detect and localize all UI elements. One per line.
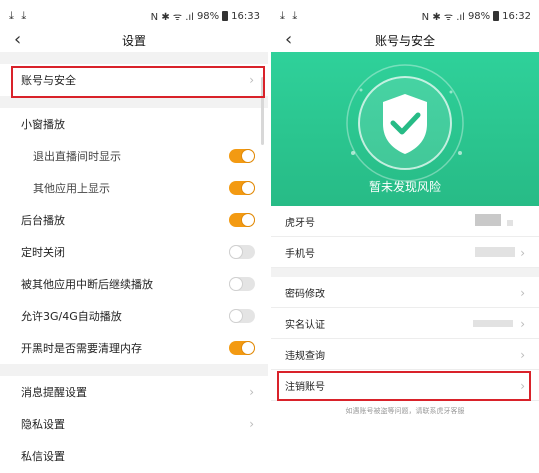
nav-bar: ‹ 设置 [0, 30, 268, 52]
section-divider [271, 268, 539, 277]
section-divider [0, 52, 268, 64]
chevron-right-icon: › [249, 417, 254, 431]
toggle-resume-after-interrupt[interactable] [229, 277, 255, 291]
account-item-phone[interactable]: 手机号 › [271, 237, 539, 268]
section-divider [0, 364, 268, 376]
account-item-violation-query[interactable]: 违规查询 › [271, 339, 539, 370]
account-item-label: 手机号 [285, 248, 315, 260]
settings-item-other-app-show: 其他应用上显示 [0, 172, 268, 204]
section-divider [0, 96, 268, 108]
settings-item-privacy[interactable]: 隐私设置 › [0, 408, 268, 440]
chevron-right-icon: › [520, 317, 525, 331]
settings-item-label: 账号与安全 [21, 74, 76, 87]
settings-item-exit-live-show: 退出直播间时显示 [0, 140, 268, 172]
battery-icon [493, 11, 500, 21]
account-item-label: 实名认证 [285, 319, 325, 331]
chevron-right-icon: › [520, 286, 525, 300]
scrollbar[interactable] [261, 77, 264, 145]
download-icon: ⤓ ⤓ [9, 9, 29, 22]
masked-value [473, 320, 513, 327]
settings-item-label: 允许3G/4G自动播放 [21, 310, 122, 323]
masked-value [475, 214, 501, 226]
settings-item-account-security[interactable]: 账号与安全 › [0, 64, 268, 96]
page-title: 设置 [121, 34, 146, 48]
signal-icon: N ✱ ᯤ .ıl [150, 12, 194, 23]
battery-percent: 98% [196, 10, 220, 22]
security-status-banner: 暂未发现风险 [271, 52, 539, 206]
chevron-right-icon: › [249, 385, 254, 399]
settings-item-timer-close: 定时关闭 [0, 236, 268, 268]
masked-value [507, 220, 513, 226]
account-item-cancel-account[interactable]: 注销账号 › [271, 370, 539, 401]
settings-item-resume-after-interrupt: 被其他应用中断后继续播放 [0, 268, 268, 300]
settings-item-allow-3g4g: 允许3G/4G自动播放 [0, 300, 268, 332]
status-bar: ⤓ ⤓ N ✱ ᯤ .ıl 98% 16:33 [0, 0, 268, 30]
settings-item-background-play: 后台播放 [0, 204, 268, 236]
settings-item-label: 其他应用上显示 [33, 182, 110, 195]
settings-item-label: 私信设置 [21, 450, 65, 463]
settings-item-label: 被其他应用中断后继续播放 [21, 278, 153, 291]
toggle-knob [229, 277, 243, 291]
toggle-knob [229, 309, 243, 323]
status-time: 16:33 [231, 10, 260, 22]
back-icon[interactable]: ‹ [285, 30, 292, 50]
status-indicators: N ✱ ᯤ .ıl 98% 16:33 [150, 9, 260, 24]
status-bar: ⤓ ⤓ N ✱ ᯤ .ıl 98% 16:32 [271, 0, 539, 30]
settings-item-label: 退出直播间时显示 [33, 150, 121, 163]
toggle-knob [229, 245, 243, 259]
toggle-allow-3g4g[interactable] [229, 309, 255, 323]
toggle-knob [241, 149, 255, 163]
risk-status-text: 暂未发现风险 [368, 180, 441, 194]
chevron-right-icon: › [249, 73, 254, 87]
account-item-huya-id: 虎牙号 [271, 206, 539, 237]
section-header-label: 小窗播放 [21, 118, 65, 131]
settings-item-message-notify[interactable]: 消息提醒设置 › [0, 376, 268, 408]
settings-item-label: 消息提醒设置 [21, 386, 87, 399]
masked-value [475, 247, 515, 257]
settings-item-label: 定时关闭 [21, 246, 65, 259]
account-item-label: 注销账号 [285, 381, 325, 393]
toggle-exit-live-show[interactable] [229, 149, 255, 163]
settings-item-label: 开黑时是否需要清理内存 [21, 342, 142, 355]
status-indicators: N ✱ ᯤ .ıl 98% 16:32 [421, 9, 531, 24]
nav-bar: ‹ 账号与安全 [271, 30, 539, 52]
toggle-other-app-show[interactable] [229, 181, 255, 195]
back-icon[interactable]: ‹ [14, 30, 21, 50]
toggle-timer-close[interactable] [229, 245, 255, 259]
settings-item-label: 后台播放 [21, 214, 65, 227]
battery-percent: 98% [467, 10, 491, 22]
account-item-label: 违规查询 [285, 350, 325, 362]
page-title: 账号与安全 [374, 34, 435, 48]
section-header-mini-window: 小窗播放 [0, 108, 268, 140]
settings-item-private-message[interactable]: 私信设置 [0, 440, 268, 472]
account-item-label: 虎牙号 [285, 217, 315, 229]
settings-screen: ⤓ ⤓ N ✱ ᯤ .ıl 98% 16:33 ‹ 设置 账号与安全 › 小窗播… [0, 0, 268, 473]
chevron-right-icon: › [520, 379, 525, 393]
account-security-screen: ⤓ ⤓ N ✱ ᯤ .ıl 98% 16:32 ‹ 账号与安全 暂未发现风险 虎… [271, 0, 539, 473]
settings-item-clear-memory: 开黑时是否需要清理内存 [0, 332, 268, 364]
toggle-background-play[interactable] [229, 213, 255, 227]
toggle-knob [241, 341, 255, 355]
account-item-label: 密码修改 [285, 288, 325, 300]
account-item-real-name[interactable]: 实名认证 › [271, 308, 539, 339]
toggle-knob [241, 213, 255, 227]
support-footnote: 如遇账号被盗等问题，请联系虎牙客服 [345, 407, 465, 415]
status-time: 16:32 [502, 10, 531, 22]
signal-icon: N ✱ ᯤ .ıl [421, 12, 465, 23]
account-item-change-password[interactable]: 密码修改 › [271, 277, 539, 308]
download-icon: ⤓ ⤓ [280, 9, 300, 22]
battery-icon [222, 11, 229, 21]
chevron-right-icon: › [520, 246, 525, 260]
chevron-right-icon: › [520, 348, 525, 362]
toggle-clear-memory[interactable] [229, 341, 255, 355]
toggle-knob [241, 181, 255, 195]
settings-item-label: 隐私设置 [21, 418, 65, 431]
